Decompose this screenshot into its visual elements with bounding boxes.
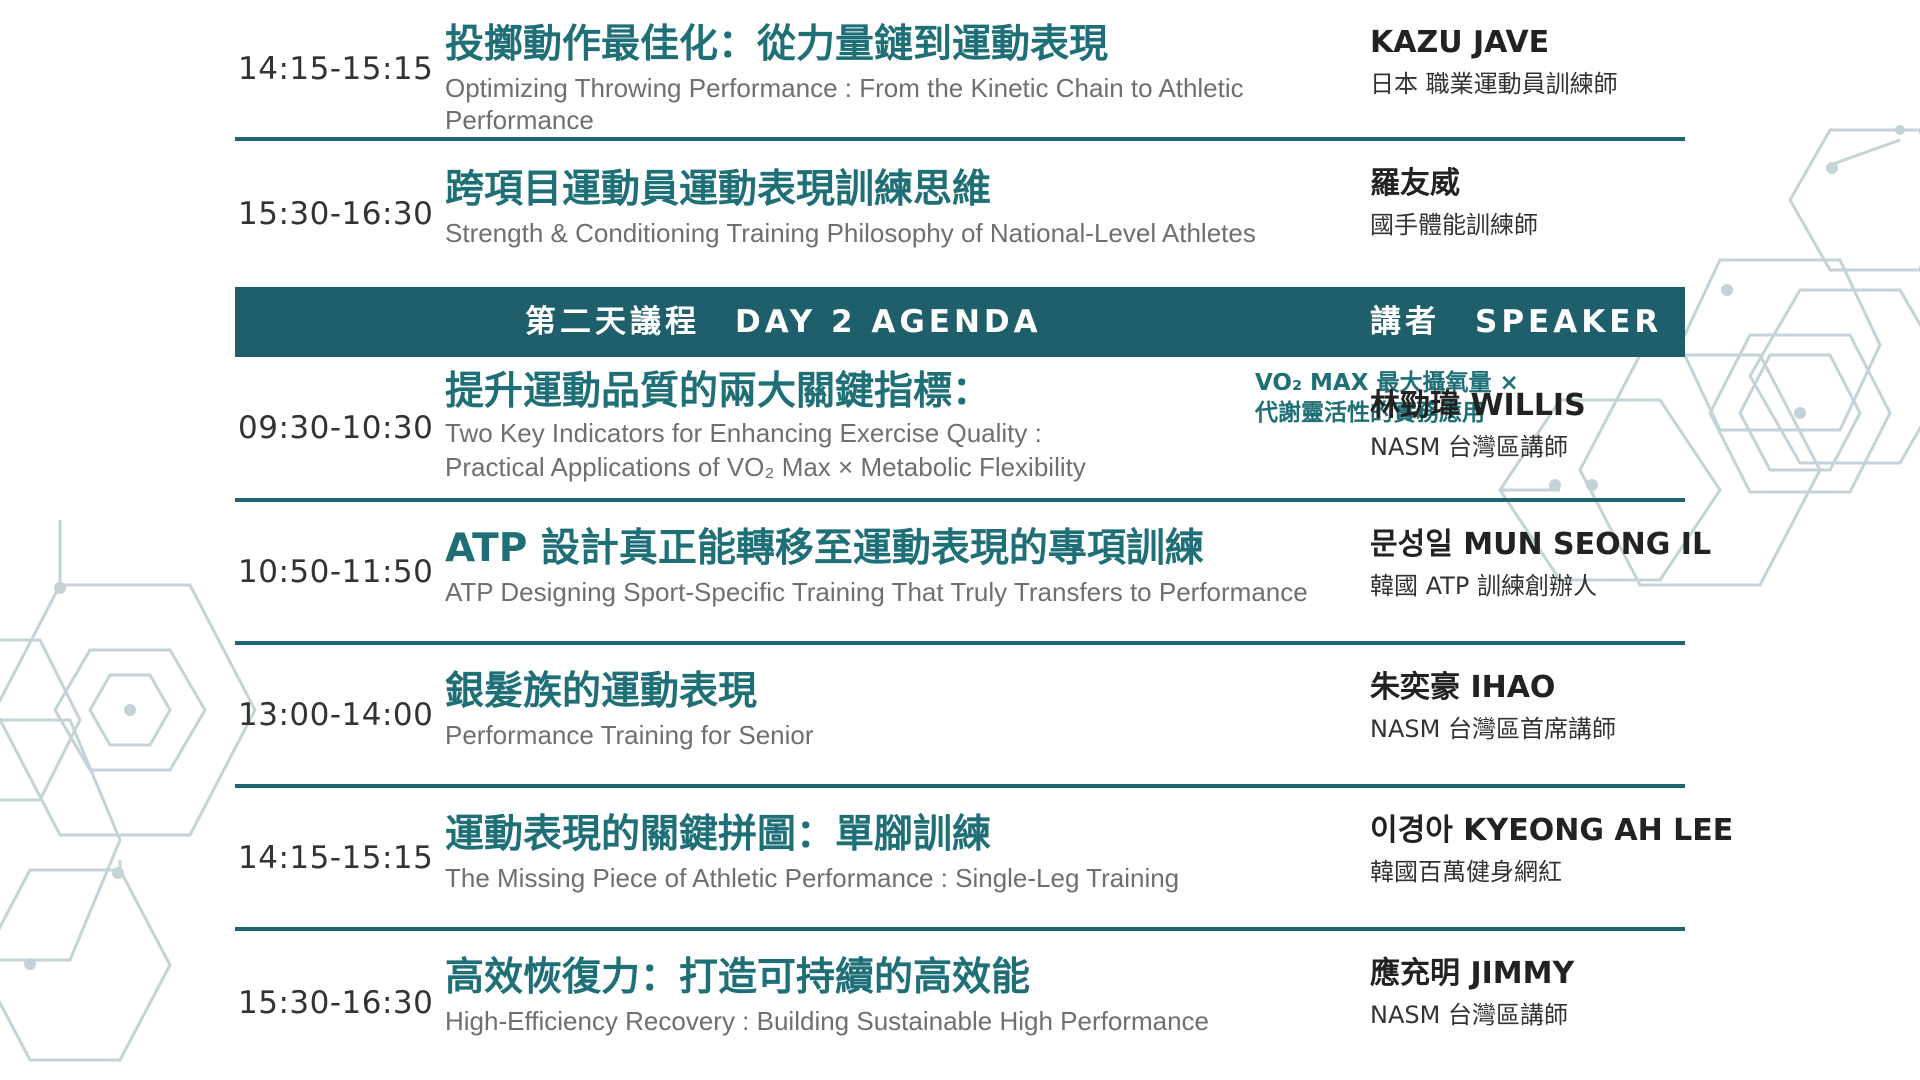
session-title-en: Optimizing Throwing Performance : From t…	[445, 73, 1244, 135]
session-row: 15:30-16:30 高效恢復力：打造可持續的高效能 High-Efficie…	[235, 931, 1685, 1074]
session-title-zh: ATP 設計真正能轉移至運動表現的專項訓練	[445, 526, 1204, 571]
session-time: 14:15-15:15	[238, 50, 434, 87]
speaker-column-label: 講者 SPEAKER	[1370, 304, 1663, 340]
session-title-en-line2: Practical Applications of VO₂ Max × Meta…	[445, 452, 1086, 482]
session-topic: 提升運動品質的兩大關鍵指標： VO₂ MAX 最大攝氧量 × 代謝靈活性的實務應…	[445, 367, 1519, 483]
session-time: 14:15-15:15	[238, 839, 434, 876]
speaker-info: 羅友威 國手體能訓練師	[1370, 163, 1700, 245]
speaker-info: 이경아 KYEONG AH LEE 韓國百萬健身網紅	[1370, 810, 1734, 892]
session-topic: 銀髮族的運動表現 Performance Training for Senior	[445, 667, 1395, 751]
session-row: 14:15-15:15 投擲動作最佳化：從力量鏈到運動表現 Optimizing…	[235, 0, 1685, 141]
session-row: 13:00-14:00 銀髮族的運動表現 Performance Trainin…	[235, 645, 1685, 788]
speaker-info: 朱奕豪 IHAO NASM 台灣區首席講師	[1370, 667, 1700, 749]
session-time: 10:50-11:50	[238, 553, 434, 590]
speaker-info: 應充明 JIMMY NASM 台灣區講師	[1370, 953, 1700, 1035]
session-time: 09:30-10:30	[238, 409, 434, 446]
speaker-role: 韓國 ATP 訓練創辦人	[1370, 572, 1597, 600]
speaker-name: 이경아 KYEONG AH LEE	[1370, 813, 1734, 848]
speaker-name: KAZU JAVE	[1370, 25, 1550, 60]
agenda-table: 14:15-15:15 投擲動作最佳化：從力量鏈到運動表現 Optimizing…	[235, 0, 1733, 1074]
session-time: 13:00-14:00	[238, 696, 434, 733]
day2-agenda-label: 第二天議程 DAY 2 AGENDA	[525, 304, 1042, 340]
speaker-role: NASM 台灣區講師	[1370, 433, 1568, 461]
speaker-role: NASM 台灣區首席講師	[1370, 715, 1616, 743]
session-title-en: The Missing Piece of Athletic Performanc…	[445, 863, 1180, 893]
speaker-role: 韓國百萬健身網紅	[1370, 858, 1562, 886]
speaker-role: 國手體能訓練師	[1370, 211, 1538, 239]
session-title-zh: 跨項目運動員運動表現訓練思維	[445, 167, 992, 212]
session-time: 15:30-16:30	[238, 984, 434, 1021]
session-title-en: Performance Training for Senior	[445, 720, 814, 750]
speaker-name: 문성일 MUN SEONG IL	[1370, 527, 1712, 562]
session-title-en: Strength & Conditioning Training Philoso…	[445, 218, 1256, 248]
session-row: 10:50-11:50 ATP 設計真正能轉移至運動表現的專項訓練 ATP De…	[235, 502, 1711, 645]
session-title-zh: 銀髮族的運動表現	[445, 669, 758, 714]
speaker-role: 日本 職業運動員訓練師	[1370, 70, 1618, 98]
session-topic: 跨項目運動員運動表現訓練思維 Strength & Conditioning T…	[445, 165, 1395, 249]
speaker-info: KAZU JAVE 日本 職業運動員訓練師	[1370, 22, 1700, 104]
speaker-name: 朱奕豪 IHAO	[1370, 670, 1556, 705]
session-topic: 運動表現的關鍵拼圖：單腳訓練 The Missing Piece of Athl…	[445, 810, 1395, 894]
session-title-zh: 投擲動作最佳化：從力量鏈到運動表現	[445, 22, 1109, 67]
session-row: 09:30-10:30 提升運動品質的兩大關鍵指標： VO₂ MAX 最大攝氧量…	[235, 357, 1685, 502]
session-topic: 高效恢復力：打造可持續的高效能 High-Efficiency Recovery…	[445, 953, 1395, 1037]
session-row: 14:15-15:15 運動表現的關鍵拼圖：單腳訓練 The Missing P…	[235, 788, 1733, 931]
session-title-en: High-Efficiency Recovery : Building Sust…	[445, 1006, 1210, 1036]
speaker-name: 林勁瑋 WILLIS	[1370, 388, 1586, 423]
session-title-zh: 提升運動品質的兩大關鍵指標：	[445, 369, 992, 414]
session-title-zh: 高效恢復力：打造可持續的高效能	[445, 955, 1031, 1000]
session-topic: 投擲動作最佳化：從力量鏈到運動表現 Optimizing Throwing Pe…	[445, 20, 1395, 136]
day2-header-bar: 第二天議程 DAY 2 AGENDA 講者 SPEAKER	[235, 287, 1685, 357]
speaker-name: 羅友威	[1370, 166, 1460, 201]
speaker-info: 문성일 MUN SEONG IL 韓國 ATP 訓練創辦人	[1370, 524, 1712, 606]
session-title-en-line1: Two Key Indicators for Enhancing Exercis…	[445, 418, 1042, 448]
session-time: 15:30-16:30	[238, 196, 434, 232]
speaker-name: 應充明 JIMMY	[1370, 956, 1575, 991]
session-topic: ATP 設計真正能轉移至運動表現的專項訓練 ATP Designing Spor…	[445, 524, 1395, 608]
speaker-role: NASM 台灣區講師	[1370, 1001, 1568, 1029]
session-title-zh: 運動表現的關鍵拼圖：單腳訓練	[445, 812, 992, 857]
session-title-en: ATP Designing Sport-Specific Training Th…	[445, 577, 1308, 607]
session-row: 15:30-16:30 跨項目運動員運動表現訓練思維 Strength & Co…	[235, 141, 1685, 287]
speaker-info: 林勁瑋 WILLIS NASM 台灣區講師	[1370, 385, 1700, 467]
